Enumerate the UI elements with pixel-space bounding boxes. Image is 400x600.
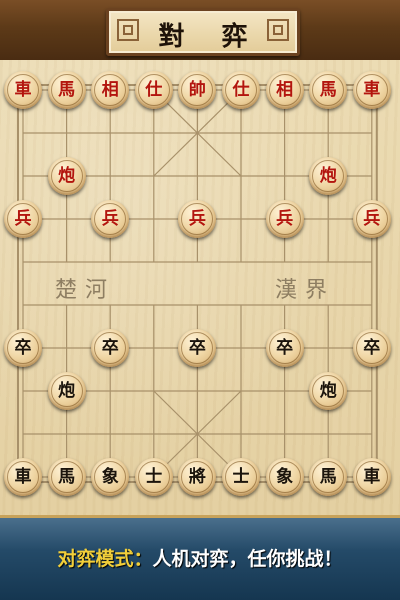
piece-label: 相 [101, 79, 119, 100]
mode-caption: 对弈模式：人机对弈，任你挑战！ [0, 544, 400, 571]
red-cannon-right[interactable]: 炮 [309, 157, 348, 195]
title-bar: 對 弈 [0, 0, 400, 60]
title-plaque: 對 弈 [106, 8, 300, 56]
red-soldier-4[interactable]: 兵 [265, 200, 304, 238]
black-elephant-right[interactable]: 象 [265, 458, 304, 496]
piece-label: 馬 [319, 466, 337, 487]
red-advisor-right[interactable]: 仕 [222, 71, 260, 109]
black-chariot-right[interactable]: 車 [352, 458, 391, 496]
mode-description: 人机对弈，任你挑战！ [152, 548, 343, 570]
black-soldier-5[interactable]: 卒 [352, 329, 391, 367]
red-minister-right[interactable]: 相 [265, 71, 304, 109]
piece-label: 士 [145, 466, 163, 487]
mode-label: 对弈模式： [57, 548, 153, 570]
piece-label: 卒 [188, 337, 206, 358]
piece-label: 兵 [188, 208, 206, 229]
red-chariot-left[interactable]: 車 [4, 71, 42, 109]
fret-ornament-icon [267, 19, 289, 41]
piece-label: 帥 [188, 79, 206, 100]
black-advisor-left[interactable]: 士 [134, 458, 173, 496]
mode-banner: 对弈模式：人机对弈，任你挑战！ [0, 515, 400, 600]
river-label-chu-he: 楚河 [55, 278, 116, 303]
chess-board[interactable]: 楚河 漢界 車馬相仕帥仕相馬車炮炮兵兵兵兵兵卒卒卒卒卒炮炮車馬象士將士象馬車 [0, 60, 400, 515]
black-advisor-right[interactable]: 士 [222, 458, 260, 496]
black-cannon-right[interactable]: 炮 [309, 372, 348, 410]
piece-label: 炮 [58, 165, 76, 186]
piece-label: 兵 [101, 208, 119, 229]
piece-label: 象 [276, 466, 294, 487]
river-label-han-jie: 漢界 [275, 278, 336, 303]
red-soldier-5[interactable]: 兵 [352, 200, 391, 238]
piece-label: 仕 [145, 79, 163, 100]
black-cannon-left[interactable]: 炮 [47, 372, 86, 410]
red-cannon-left[interactable]: 炮 [47, 157, 86, 195]
piece-label: 車 [363, 79, 381, 100]
piece-label: 相 [276, 79, 294, 100]
piece-label: 將 [188, 466, 206, 487]
piece-label: 馬 [58, 466, 76, 487]
piece-label: 象 [101, 466, 119, 487]
black-horse-right[interactable]: 馬 [309, 458, 348, 496]
red-advisor-left[interactable]: 仕 [134, 71, 173, 109]
black-soldier-4[interactable]: 卒 [265, 329, 304, 367]
red-soldier-2[interactable]: 兵 [91, 200, 130, 238]
piece-label: 炮 [319, 165, 337, 186]
black-soldier-2[interactable]: 卒 [91, 329, 130, 367]
piece-label: 卒 [363, 337, 381, 358]
piece-label: 炮 [319, 380, 337, 401]
red-soldier-1[interactable]: 兵 [4, 200, 42, 238]
piece-label: 馬 [319, 79, 337, 100]
red-horse-left[interactable]: 馬 [47, 71, 86, 109]
red-minister-left[interactable]: 相 [91, 71, 130, 109]
piece-label: 車 [14, 79, 32, 100]
red-horse-right[interactable]: 馬 [309, 71, 348, 109]
piece-label: 士 [232, 466, 250, 487]
piece-label: 炮 [58, 380, 76, 401]
piece-label: 兵 [363, 208, 381, 229]
piece-label: 兵 [14, 208, 32, 229]
black-horse-left[interactable]: 馬 [47, 458, 86, 496]
piece-label: 卒 [14, 337, 32, 358]
black-soldier-1[interactable]: 卒 [4, 329, 42, 367]
piece-label: 兵 [276, 208, 294, 229]
piece-label: 車 [14, 466, 32, 487]
red-chariot-right[interactable]: 車 [352, 71, 391, 109]
black-chariot-left[interactable]: 車 [4, 458, 42, 496]
piece-label: 車 [363, 466, 381, 487]
piece-label: 仕 [232, 79, 250, 100]
piece-label: 卒 [276, 337, 294, 358]
piece-label: 卒 [101, 337, 119, 358]
piece-label: 馬 [58, 79, 76, 100]
black-elephant-left[interactable]: 象 [91, 458, 130, 496]
